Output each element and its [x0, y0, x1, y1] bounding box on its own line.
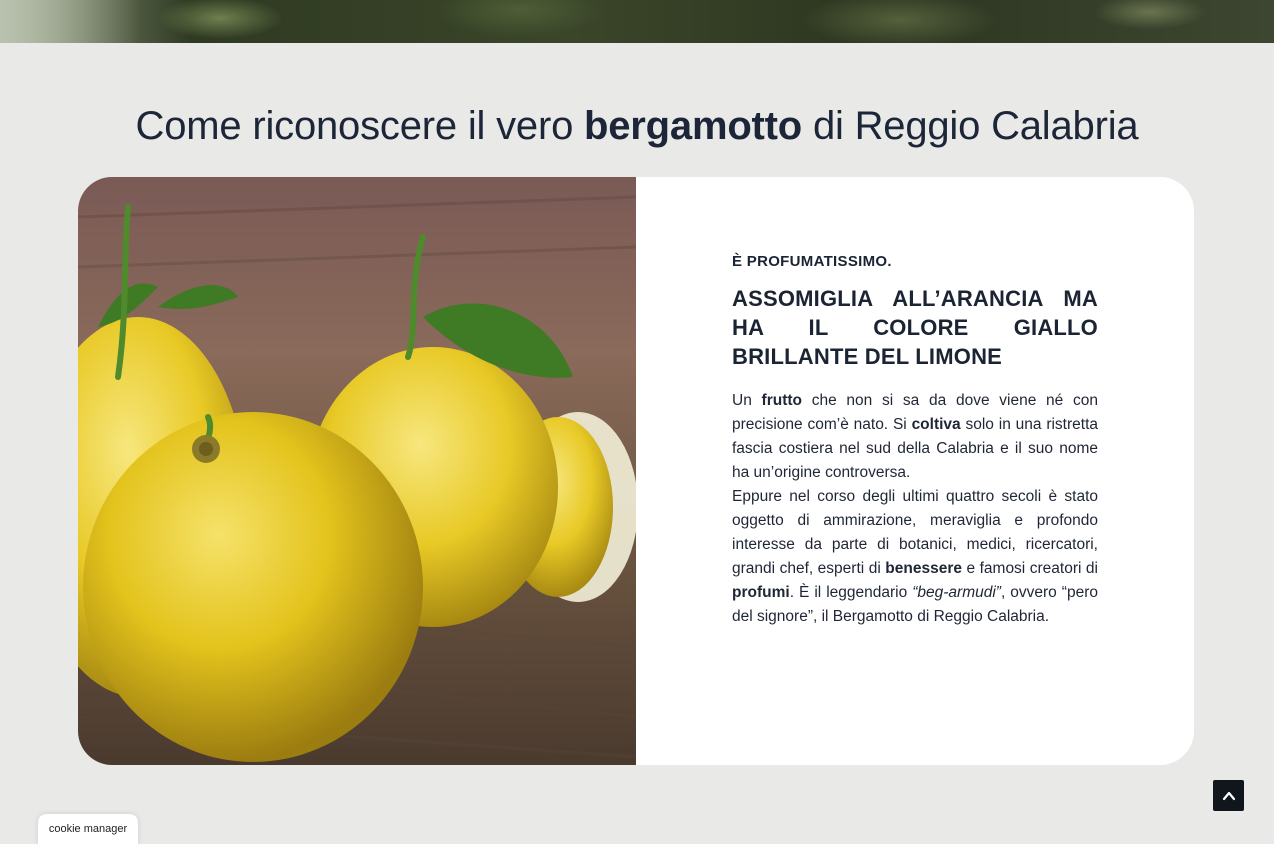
bergamot-photo: [78, 177, 636, 765]
chevron-up-icon: [1222, 791, 1235, 800]
para-text: Un: [732, 392, 762, 409]
para-bold: benessere: [885, 560, 962, 577]
cookie-manager-button[interactable]: cookie manager: [38, 814, 138, 844]
para-italic: “beg-armudi”: [912, 584, 1001, 601]
paragraph-2: Eppure nel corso degli ultimi quattro se…: [732, 485, 1098, 629]
page-title: Come riconoscere il vero bergamotto di R…: [0, 104, 1274, 149]
title-text: Come riconoscere il vero: [135, 104, 585, 148]
content-card: È PROFUMATISSIMO. ASSOMIGLIA ALL’ARANCIA…: [78, 177, 1194, 765]
para-text: e famosi creatori di: [961, 560, 1098, 577]
scroll-to-top-button[interactable]: [1213, 780, 1244, 811]
para-text: . È il leggendario: [789, 584, 913, 601]
kicker-text: È PROFUMATISSIMO.: [732, 253, 892, 270]
para-bold: frutto: [761, 392, 802, 409]
hero-image-strip: [0, 0, 1274, 43]
para-bold: profumi: [732, 584, 790, 601]
text-column: È PROFUMATISSIMO. ASSOMIGLIA ALL’ARANCIA…: [732, 253, 1098, 629]
para-bold: coltiva: [911, 416, 961, 433]
title-bold-text: bergamotto: [584, 104, 803, 148]
title-text-end: di Reggio Calabria: [802, 104, 1139, 148]
paragraph-1: Un frutto che non si sa da dove viene né…: [732, 389, 1098, 485]
card-headline: ASSOMIGLIA ALL’ARANCIA MA HA IL COLORE G…: [732, 286, 1098, 369]
